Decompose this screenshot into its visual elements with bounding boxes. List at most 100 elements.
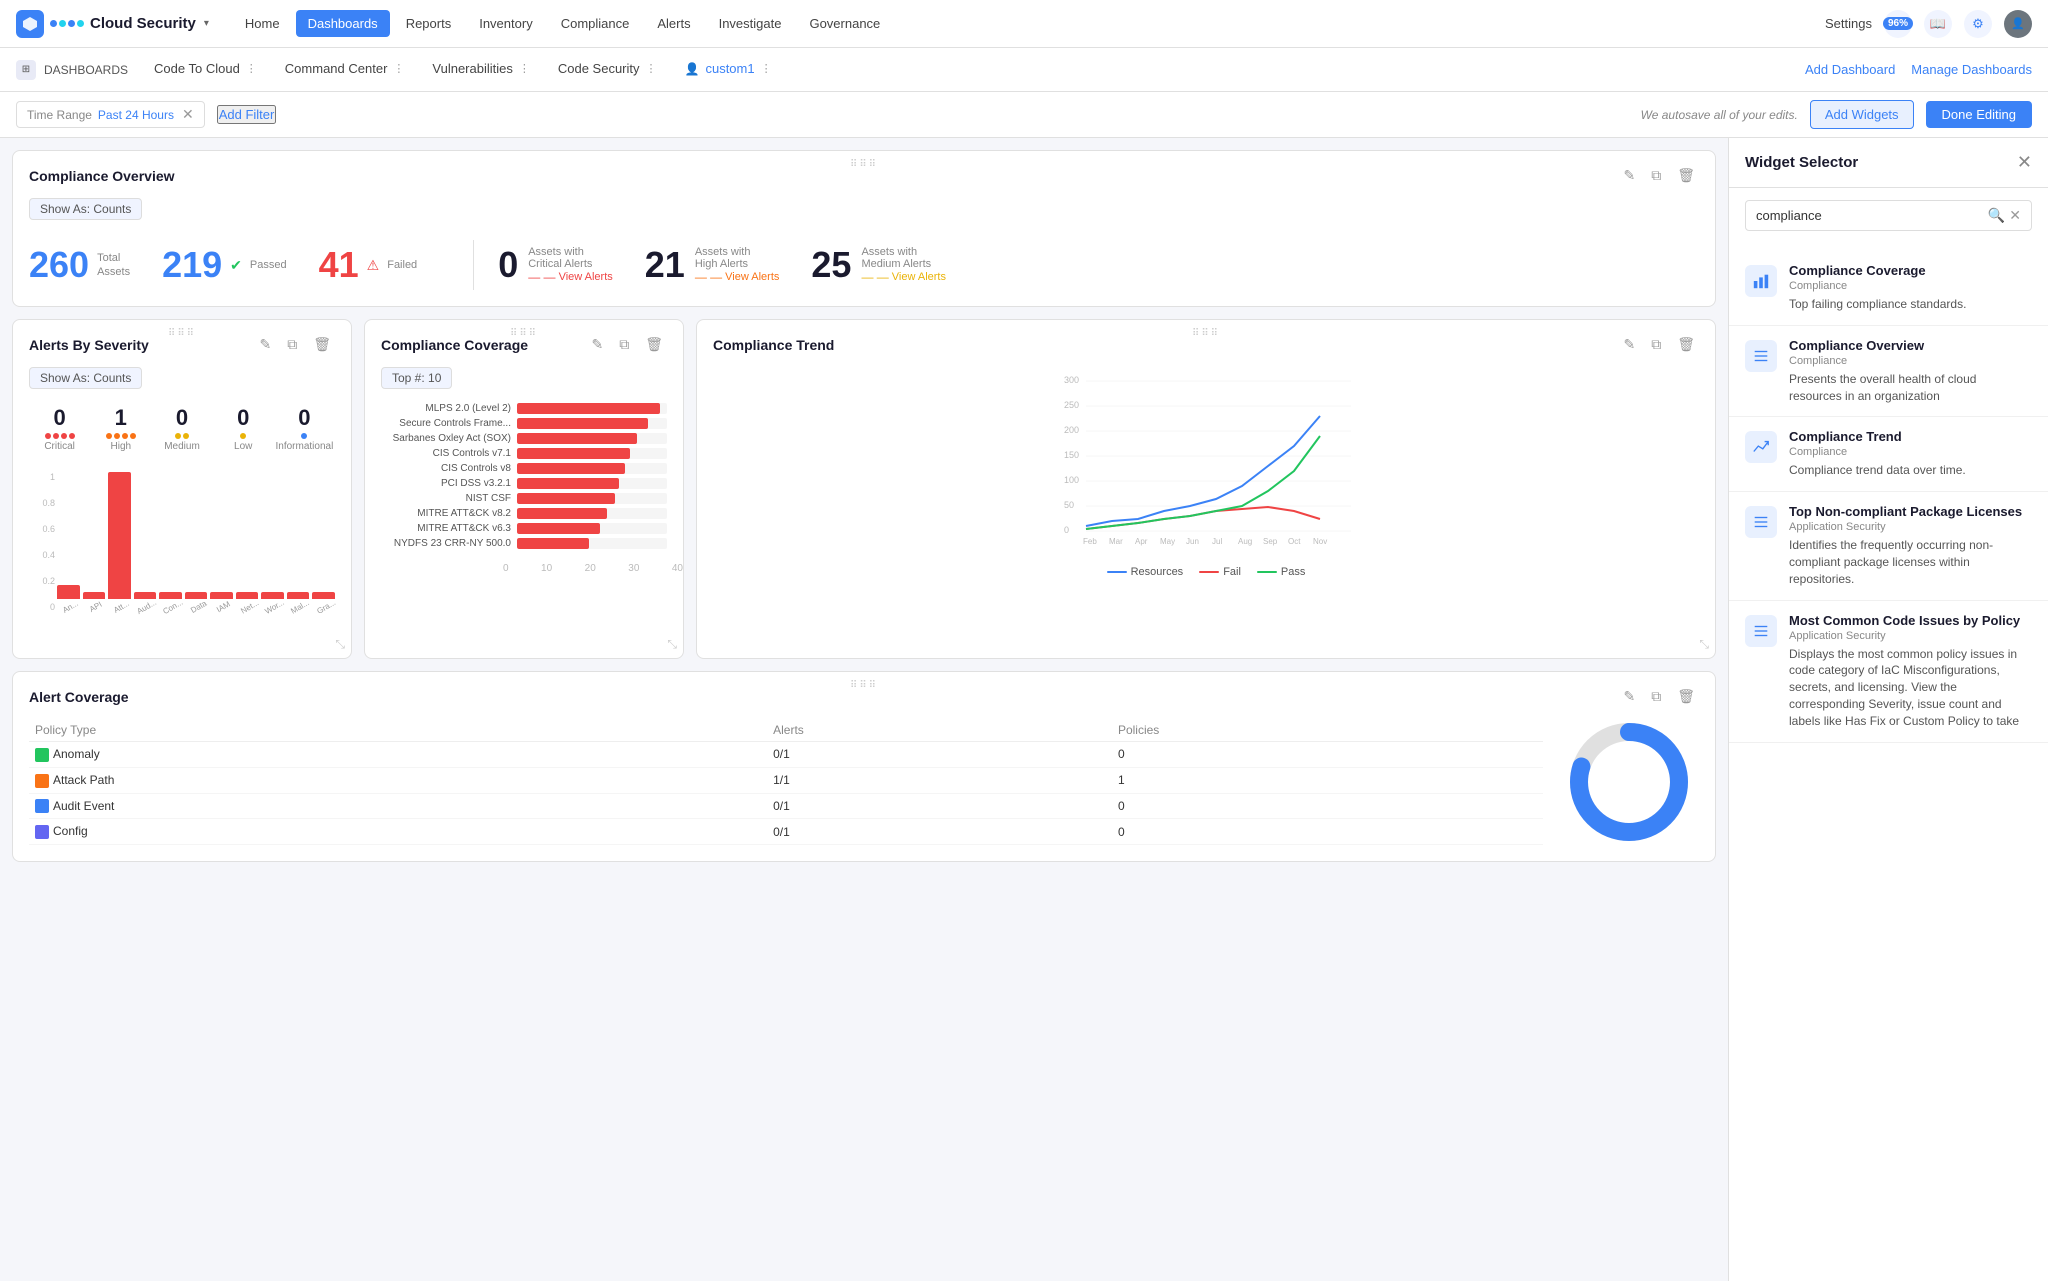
- passed-number: 219: [162, 247, 222, 283]
- vertical-divider: [473, 240, 474, 290]
- manage-dashboards-link[interactable]: Manage Dashboards: [1911, 62, 2032, 77]
- coverage-edit-icon[interactable]: ✎: [587, 334, 607, 355]
- delete-icon[interactable]: 🗑: [1673, 165, 1699, 186]
- add-widgets-button[interactable]: Add Widgets: [1810, 100, 1914, 129]
- bar-x-label: Data: [189, 599, 208, 615]
- add-dashboard-link[interactable]: Add Dashboard: [1805, 62, 1895, 77]
- gear-icon[interactable]: ⚙: [1964, 10, 1992, 38]
- hbar-track: [517, 523, 667, 534]
- low-label: Low: [213, 441, 274, 452]
- trend-actions: ✎ ⧉ 🗑: [1619, 334, 1699, 355]
- tab-code-security[interactable]: Code Security ⋮: [544, 48, 671, 92]
- tab-more-5[interactable]: ⋮: [761, 62, 772, 75]
- ac-edit-icon[interactable]: ✎: [1619, 686, 1639, 707]
- tab-code-to-cloud[interactable]: Code To Cloud ⋮: [140, 48, 271, 92]
- medium-view-alerts[interactable]: View Alerts: [892, 271, 946, 283]
- dot1: [50, 20, 57, 27]
- ac-copy-icon[interactable]: ⧉: [1647, 686, 1665, 707]
- widget-list: Compliance Coverage Compliance Top faili…: [1729, 243, 2048, 1281]
- critical-view-alerts[interactable]: View Alerts: [559, 271, 613, 283]
- widget-list-item[interactable]: Top Non-compliant Package Licenses Appli…: [1729, 492, 2048, 600]
- tab-more-3[interactable]: ⋮: [519, 62, 530, 75]
- widget-list-item[interactable]: Compliance Overview Compliance Presents …: [1729, 326, 2048, 418]
- trend-delete-icon[interactable]: 🗑: [1673, 334, 1699, 355]
- nav-inventory[interactable]: Inventory: [467, 10, 544, 37]
- severity-drag-handle[interactable]: ⠿⠿⠿: [168, 328, 196, 339]
- hbar-label: PCI DSS v3.2.1: [381, 478, 511, 489]
- hbar-fill: [517, 478, 619, 489]
- coverage-copy-icon[interactable]: ⧉: [615, 334, 633, 355]
- nav-investigate[interactable]: Investigate: [707, 10, 794, 37]
- done-editing-button[interactable]: Done Editing: [1926, 101, 2032, 128]
- time-range-filter[interactable]: Time Range Past 24 Hours ✕: [16, 101, 205, 128]
- copy-icon[interactable]: ⧉: [1647, 165, 1665, 186]
- settings-link[interactable]: Settings: [1825, 16, 1872, 31]
- widget-list-item[interactable]: Compliance Trend Compliance Compliance t…: [1729, 417, 2048, 492]
- dashboard-content: ⠿⠿⠿ Compliance Overview ✎ ⧉ 🗑 Show As: C…: [0, 138, 1728, 1281]
- clear-search-icon[interactable]: ✕: [2009, 207, 2021, 224]
- widget-panel-close-icon[interactable]: ✕: [2017, 152, 2032, 173]
- widget-desc: Compliance trend data over time.: [1789, 462, 2032, 479]
- tab-more-2[interactable]: ⋮: [393, 62, 404, 75]
- add-filter-button[interactable]: Add Filter: [217, 105, 277, 124]
- widget-search-box[interactable]: 🔍 ✕: [1745, 200, 2032, 231]
- search-icon[interactable]: 🔍: [1988, 207, 2005, 224]
- trend-drag-handle[interactable]: ⠿⠿⠿: [1192, 328, 1220, 339]
- bottom-row: ⠿⠿⠿ Alerts By Severity ✎ ⧉ 🗑 Show As: Co…: [12, 319, 1716, 671]
- brand-logo[interactable]: Cloud Security ▾: [16, 10, 209, 38]
- nav-alerts[interactable]: Alerts: [645, 10, 702, 37]
- user-avatar[interactable]: 👤: [2004, 10, 2032, 38]
- severity-delete-icon[interactable]: 🗑: [309, 334, 335, 355]
- bar-column: Wor...: [261, 472, 284, 612]
- tab-command-center[interactable]: Command Center ⋮: [271, 48, 419, 92]
- metrics-row: 260 Total Assets 219 ✔ Passed 41 ⚠ Faile…: [13, 232, 1715, 306]
- trend-copy-icon[interactable]: ⧉: [1647, 334, 1665, 355]
- edit-icon[interactable]: ✎: [1619, 165, 1639, 186]
- filter-bar: Time Range Past 24 Hours ✕ Add Filter We…: [0, 92, 2048, 138]
- filter-close-icon[interactable]: ✕: [182, 106, 194, 123]
- coverage-drag-handle[interactable]: ⠿⠿⠿: [510, 328, 538, 339]
- drag-handle[interactable]: ⠿⠿⠿: [850, 159, 878, 170]
- resize-handle[interactable]: ⤡: [335, 637, 345, 652]
- table-row: Anomaly 0/1 0: [29, 742, 1543, 768]
- widget-selector-panel: Widget Selector ✕ 🔍 ✕ Compliance Coverag…: [1728, 138, 2048, 1281]
- severity-show-as[interactable]: Show As: Counts: [29, 367, 142, 389]
- tab-more-4[interactable]: ⋮: [646, 62, 657, 75]
- alert-coverage-inner: Policy Type Alerts Policies Anomaly 0/1 …: [13, 715, 1715, 861]
- book-icon[interactable]: 📖: [1924, 10, 1952, 38]
- failed-metric: 41 ⚠ Failed: [319, 247, 450, 283]
- coverage-resize[interactable]: ⤡: [667, 637, 677, 652]
- ac-delete-icon[interactable]: 🗑: [1673, 686, 1699, 707]
- col-alerts: Alerts: [767, 719, 1112, 742]
- widget-title: Compliance Overview: [1789, 338, 2032, 353]
- tab-vulnerabilities[interactable]: Vulnerabilities ⋮: [418, 48, 543, 92]
- widget-desc: Identifies the frequently occurring non-…: [1789, 537, 2032, 587]
- trend-resize[interactable]: ⤡: [1699, 637, 1709, 652]
- hbar-track: [517, 448, 667, 459]
- widget-list-item[interactable]: Most Common Code Issues by Policy Applic…: [1729, 601, 2048, 743]
- nav-reports[interactable]: Reports: [394, 10, 464, 37]
- failed-label: Failed: [387, 258, 417, 272]
- severity-copy-icon[interactable]: ⧉: [283, 334, 301, 355]
- widget-search-input[interactable]: [1756, 208, 1982, 223]
- coverage-delete-icon[interactable]: 🗑: [641, 334, 667, 355]
- nav-dashboards[interactable]: Dashboards: [296, 10, 390, 37]
- top-n-badge[interactable]: Top #: 10: [381, 367, 452, 389]
- high-view-alerts[interactable]: View Alerts: [725, 271, 779, 283]
- brand-caret: ▾: [204, 18, 209, 29]
- medium-label: Medium: [151, 441, 212, 452]
- audit-icon: [35, 799, 49, 813]
- show-as-badge[interactable]: Show As: Counts: [29, 198, 142, 220]
- info-severity: 0 Informational: [274, 405, 335, 452]
- tab-more-1[interactable]: ⋮: [246, 62, 257, 75]
- alert-coverage-drag[interactable]: ⠿⠿⠿: [850, 680, 878, 691]
- widget-list-item[interactable]: Compliance Coverage Compliance Top faili…: [1729, 251, 2048, 326]
- trend-edit-icon[interactable]: ✎: [1619, 334, 1639, 355]
- nav-compliance[interactable]: Compliance: [549, 10, 642, 37]
- critical-severity: 0 Critical: [29, 405, 90, 452]
- bar-x-label: Net...: [239, 598, 260, 615]
- severity-edit-icon[interactable]: ✎: [255, 334, 275, 355]
- nav-governance[interactable]: Governance: [797, 10, 892, 37]
- tab-custom1[interactable]: 👤 custom1 ⋮: [671, 48, 786, 92]
- nav-home[interactable]: Home: [233, 10, 292, 37]
